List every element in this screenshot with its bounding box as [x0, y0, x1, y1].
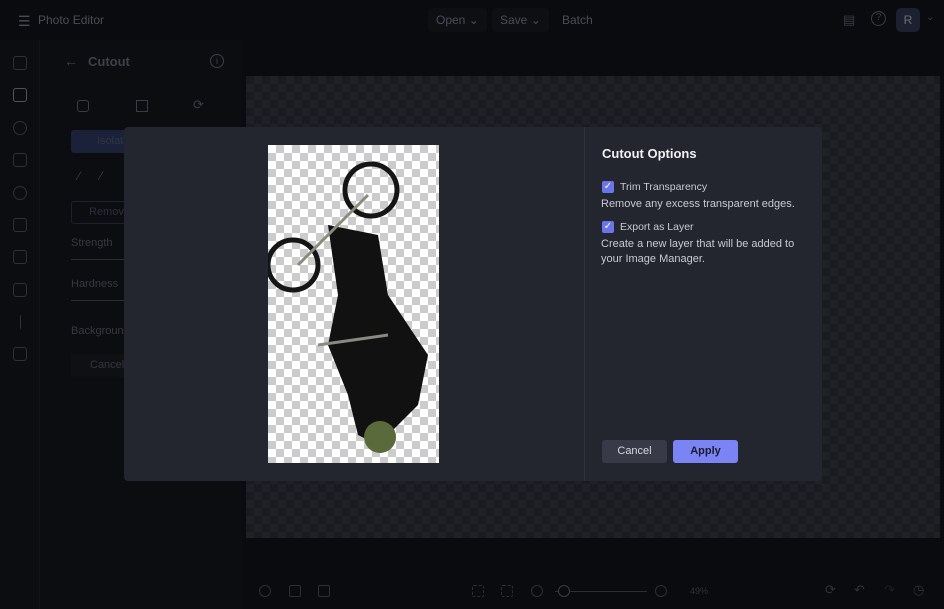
- export-as-layer-description: Create a new layer that will be added to…: [601, 238, 795, 265]
- layers-icon[interactable]: [259, 585, 271, 597]
- chevron-down-icon[interactable]: ⌄: [926, 12, 934, 23]
- trim-transparency-description: Remove any excess transparent edges.: [601, 198, 795, 210]
- hamburger-menu-icon[interactable]: ☰: [18, 13, 31, 30]
- touch-up-icon[interactable]: [13, 186, 27, 200]
- background-label: Background: [71, 325, 130, 337]
- actual-size-icon[interactable]: [501, 585, 513, 597]
- undo-icon[interactable]: ↶: [854, 582, 865, 598]
- avatar[interactable]: R: [896, 8, 920, 32]
- save-label: Save: [500, 13, 528, 27]
- trim-transparency-checkbox[interactable]: ✓: [602, 181, 614, 193]
- open-menu-button[interactable]: Open ⌄: [428, 8, 487, 32]
- brush-icon[interactable]: ⁄: [78, 169, 80, 183]
- back-arrow-icon[interactable]: ←: [64, 53, 78, 69]
- panel-title: Cutout: [88, 54, 130, 69]
- effects-icon[interactable]: [13, 153, 27, 167]
- copy-icon[interactable]: [289, 585, 301, 597]
- open-label: Open: [436, 13, 466, 27]
- fit-screen-icon[interactable]: [472, 585, 484, 597]
- batch-button[interactable]: Batch: [554, 8, 601, 32]
- cutout-subject-image: [265, 161, 428, 453]
- isolate-tool-icon[interactable]: [77, 100, 89, 112]
- trim-transparency-label: Trim Transparency: [620, 181, 708, 193]
- help-icon[interactable]: ?: [871, 11, 886, 26]
- rotate-icon[interactable]: ⟳: [825, 582, 836, 598]
- zoom-in-icon[interactable]: [655, 585, 667, 597]
- export-as-layer-label: Export as Layer: [620, 221, 694, 233]
- apply-button[interactable]: Apply: [673, 440, 738, 463]
- cancel-button[interactable]: Cancel: [602, 440, 667, 463]
- chevron-down-icon: ⌄: [468, 13, 479, 27]
- export-as-layer-checkbox[interactable]: ✓: [602, 221, 614, 233]
- save-menu-button[interactable]: Save ⌄: [492, 8, 549, 32]
- zoom-level: 49%: [690, 586, 709, 596]
- app-title: Photo Editor: [38, 13, 105, 27]
- strength-label: Strength: [71, 237, 113, 249]
- overlay-icon[interactable]: [13, 283, 27, 297]
- adjust-icon[interactable]: [13, 88, 27, 102]
- redo-icon[interactable]: ↷: [884, 582, 895, 598]
- layers-icon[interactable]: [13, 347, 27, 361]
- zoom-out-icon[interactable]: [531, 585, 543, 597]
- dialog-divider: [584, 127, 585, 481]
- edit-cutout-icon[interactable]: [136, 100, 148, 112]
- hardness-label: Hardness: [71, 278, 119, 290]
- info-icon[interactable]: i: [210, 54, 224, 68]
- tool-rail: [0, 40, 40, 609]
- cutout-options-dialog: [124, 127, 822, 481]
- zoom-slider-handle[interactable]: [558, 585, 570, 597]
- image-icon[interactable]: [13, 56, 27, 70]
- eye-icon[interactable]: [13, 121, 27, 135]
- top-bar: ☰ Photo Editor Open ⌄ Save ⌄ Batch ▤ ? R…: [0, 0, 944, 40]
- history-icon[interactable]: ◷: [913, 582, 924, 598]
- dialog-title: Cutout Options: [602, 146, 697, 161]
- text-icon[interactable]: [20, 315, 22, 329]
- feedback-icon[interactable]: ▤: [843, 12, 855, 28]
- refresh-icon[interactable]: ⟳: [193, 97, 204, 113]
- grid-icon[interactable]: [318, 585, 330, 597]
- graphics-icon[interactable]: [13, 250, 27, 264]
- chevron-down-icon: ⌄: [530, 13, 541, 27]
- magic-wand-icon[interactable]: ⁄: [100, 169, 102, 183]
- cutout-preview-image: [265, 145, 439, 463]
- frames-icon[interactable]: [13, 218, 27, 232]
